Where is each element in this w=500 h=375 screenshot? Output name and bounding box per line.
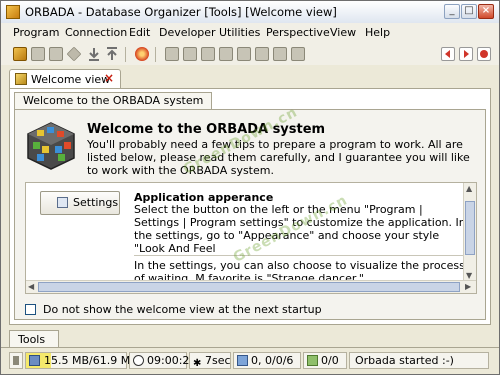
minimize-button[interactable]: _: [444, 4, 460, 19]
tab-welcome-view[interactable]: Welcome view ×: [9, 69, 121, 89]
scroll-down-icon[interactable]: ▼: [466, 271, 472, 280]
section-divider: [134, 255, 469, 256]
tab-tools-label: Tools: [18, 333, 46, 346]
dont-show-again-label: Do not show the welcome view at the next…: [43, 303, 322, 316]
menu-view[interactable]: View: [330, 26, 356, 39]
horizontal-scrollbar[interactable]: ◀ ▶: [26, 280, 476, 293]
dont-show-again-checkbox[interactable]: [25, 304, 36, 315]
status-counts: 0, 0/0/6: [233, 352, 301, 369]
import-icon[interactable]: [291, 47, 305, 61]
clock-icon: [133, 355, 144, 366]
menu-program[interactable]: Program: [13, 26, 59, 39]
main-toolbar: [1, 43, 499, 66]
horizontal-scroll-thumb[interactable]: [38, 282, 460, 292]
welcome-view-icon: [15, 73, 27, 85]
grid-icon[interactable]: [219, 47, 233, 61]
settings-icon: [57, 197, 68, 208]
runner-icon: ✱: [193, 358, 202, 369]
status-bar: 15.5 MB/61.9 MB 09:00:21 ✱ 7sec 0, 0/0/6 …: [1, 350, 499, 372]
connections-icon: [307, 355, 318, 366]
close-perspective-icon[interactable]: [477, 47, 491, 61]
menu-utilities[interactable]: Utilities: [219, 26, 260, 39]
download-icon[interactable]: [87, 47, 101, 61]
export-icon[interactable]: [273, 47, 287, 61]
menu-connection[interactable]: Connection: [65, 26, 127, 39]
menu-perspective[interactable]: Perspective: [266, 26, 330, 39]
status-memory[interactable]: 15.5 MB/61.9 MB: [25, 352, 138, 369]
nav-back-icon[interactable]: [441, 47, 455, 61]
counts-icon: [237, 355, 248, 366]
scroll-left-icon[interactable]: ◀: [28, 282, 34, 291]
status-connections: 0/0: [303, 352, 347, 369]
status-message: Orbada started :-): [349, 352, 489, 369]
settings-button-label: Settings: [73, 196, 119, 209]
toolbar-separator: [155, 47, 156, 62]
interval-text: 7sec: [205, 354, 231, 367]
app-window: ORBADA - Database Organizer [Tools] [Wel…: [0, 0, 500, 375]
menu-edit[interactable]: Edit: [129, 26, 150, 39]
bottom-divider: [1, 347, 499, 348]
toolbar-separator: [125, 47, 126, 62]
database-icon[interactable]: [31, 47, 45, 61]
connect-icon[interactable]: [13, 47, 27, 61]
diamond-icon[interactable]: [66, 46, 82, 62]
tab-close-icon[interactable]: ×: [104, 71, 114, 85]
menu-developer[interactable]: Developer: [159, 26, 216, 39]
nav-forward-icon[interactable]: [459, 47, 473, 61]
upload-icon[interactable]: [105, 47, 119, 61]
inner-tab-welcome[interactable]: Welcome to the ORBADA system: [14, 92, 213, 110]
memory-icon: [29, 355, 40, 366]
menu-bar: Program Connection Edit Developer Utilit…: [1, 23, 499, 43]
orbada-app-icon[interactable]: [6, 5, 20, 19]
tab-welcome-view-label: Welcome view: [31, 73, 111, 86]
status-clock: 09:00:21: [129, 352, 196, 369]
welcome-intro-text: You'll probably need a few tips to prepa…: [87, 138, 470, 177]
counts-text: 0, 0/0/6: [251, 354, 294, 367]
welcome-content-frame: Welcome to the ORBADA system Welcome to …: [9, 88, 491, 325]
firefox-icon[interactable]: [135, 47, 149, 61]
sheet-icon[interactable]: [237, 47, 251, 61]
connections-text: 0/0: [321, 354, 339, 367]
vertical-scrollbar[interactable]: ▲ ▼: [463, 183, 476, 282]
table-icon[interactable]: [49, 47, 63, 61]
status-interval: ✱ 7sec: [189, 352, 231, 369]
close-button[interactable]: ×: [478, 4, 494, 19]
report-icon[interactable]: [255, 47, 269, 61]
document-icon[interactable]: [165, 47, 179, 61]
title-bar[interactable]: ORBADA - Database Organizer [Tools] [Wel…: [1, 1, 499, 24]
menu-help[interactable]: Help: [365, 26, 390, 39]
vertical-scroll-thumb[interactable]: [465, 201, 475, 255]
list-icon[interactable]: [201, 47, 215, 61]
status-grip: [9, 352, 23, 369]
scroll-right-icon[interactable]: ▶: [465, 282, 471, 291]
maximize-button[interactable]: □: [461, 4, 477, 19]
memory-text: 15.5 MB/61.9 MB: [44, 354, 138, 367]
welcome-title: Welcome to the ORBADA system: [87, 122, 326, 137]
orbada-cube-logo-icon: [27, 122, 75, 170]
clipboard-icon[interactable]: [183, 47, 197, 61]
tab-tools[interactable]: Tools: [9, 330, 59, 348]
settings-button[interactable]: Settings: [40, 191, 120, 215]
status-message-text: Orbada started :-): [355, 354, 454, 367]
window-title: ORBADA - Database Organizer [Tools] [Wel…: [25, 5, 337, 19]
scroll-up-icon[interactable]: ▲: [466, 184, 472, 193]
view-tab-strip: Welcome view ×: [1, 65, 499, 89]
tips-scroll-pane[interactable]: Settings Application apperance Select th…: [25, 182, 477, 294]
